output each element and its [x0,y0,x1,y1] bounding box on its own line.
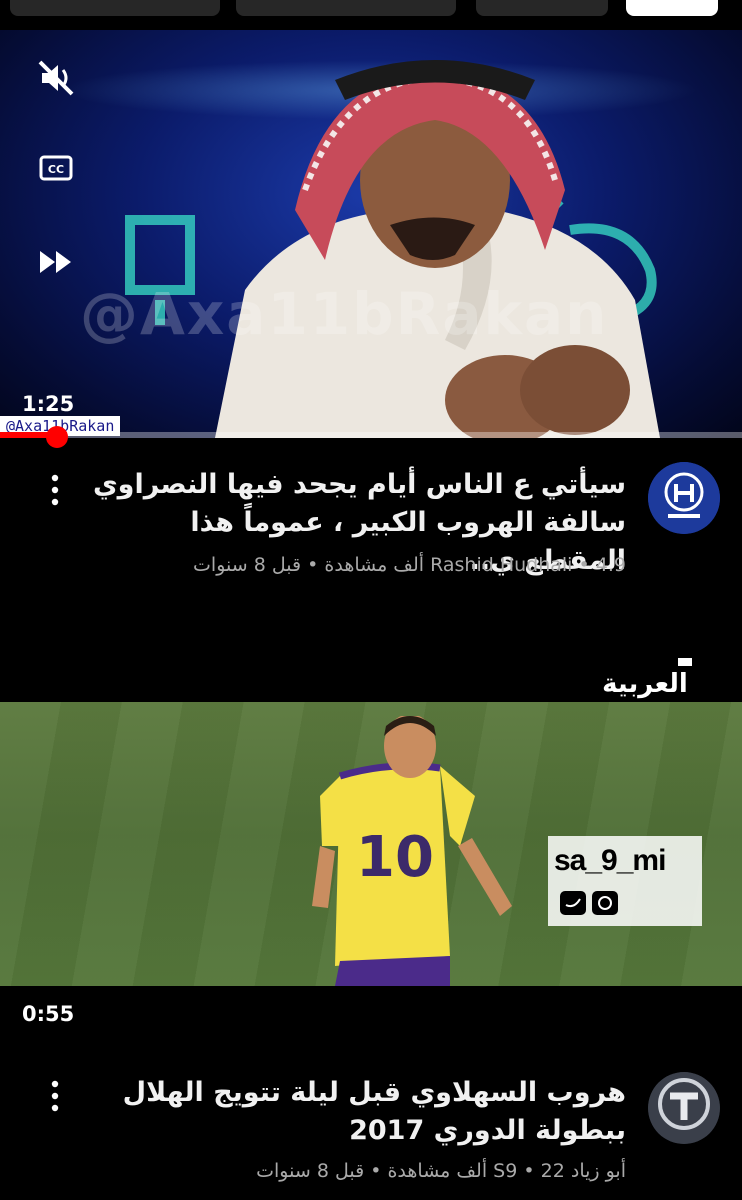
channel-avatar[interactable] [648,462,720,534]
video-meta-1[interactable]: سيأتي ع الناس أيام يجحد فيها النصراوي سا… [0,438,742,624]
video-player-2[interactable]: العربية 10 sa_9_mi [0,624,742,1036]
svg-text:10: 10 [356,825,434,890]
al-arabiya-logo: العربية [602,658,692,699]
video-watermark: @Axa11bRakan [80,280,609,348]
presenter-figure [215,60,660,438]
video-timestamp: 1:25 [22,392,75,416]
footballer-figure: 10 [312,716,512,986]
filter-chip[interactable] [476,0,608,16]
video-title-line[interactable]: ببطولة الدوري 2017 [86,1112,626,1150]
filter-chip[interactable] [10,0,220,16]
sa9-watermark: sa_9_mi [548,836,702,926]
closed-captions-icon[interactable]: CC [36,148,76,188]
more-vert-icon[interactable] [40,1076,70,1116]
channel-name[interactable]: Rashid Hudhali [430,554,572,576]
video-player-1[interactable]: @Axa11bRakan CC 1:25 @Axa11bRakan [0,30,742,438]
upload-age: قبل 8 سنوات [256,1160,365,1182]
svg-text:العربية: العربية [602,669,688,699]
video-title-line[interactable]: سيأتي ع الناس أيام يجحد فيها النصراوي [86,466,626,504]
filter-chip[interactable] [236,0,456,16]
filter-chip-selected[interactable] [626,0,718,16]
view-count: 22 ألف مشاهدة [387,1160,565,1182]
channel-avatar[interactable] [648,1072,720,1144]
video-title-line[interactable]: هروب السهلاوي قبل ليلة تتويج الهلال [86,1074,626,1112]
upload-age: قبل 8 سنوات [193,554,302,576]
social-icons [560,891,618,915]
filter-chips [0,0,742,30]
al-hilal-logo-icon [648,462,720,534]
volume-off-icon[interactable] [36,58,76,98]
video-metadata: Rashid Hudhali • 4.9 ألف مشاهدة • قبل 8 … [193,554,626,576]
video-meta-2[interactable]: هروب السهلاوي قبل ليلة تتويج الهلال ببطو… [0,1036,742,1200]
more-vert-icon[interactable] [40,470,70,510]
video-metadata: أبو زياد S9 • 22 ألف مشاهدة • قبل 8 سنوا… [256,1160,626,1182]
video-timestamp: 0:55 [22,1002,75,1026]
svg-text:CC: CC [48,163,64,176]
fast-forward-icon[interactable] [36,242,76,282]
alhilal-t-logo-icon [648,1072,720,1144]
